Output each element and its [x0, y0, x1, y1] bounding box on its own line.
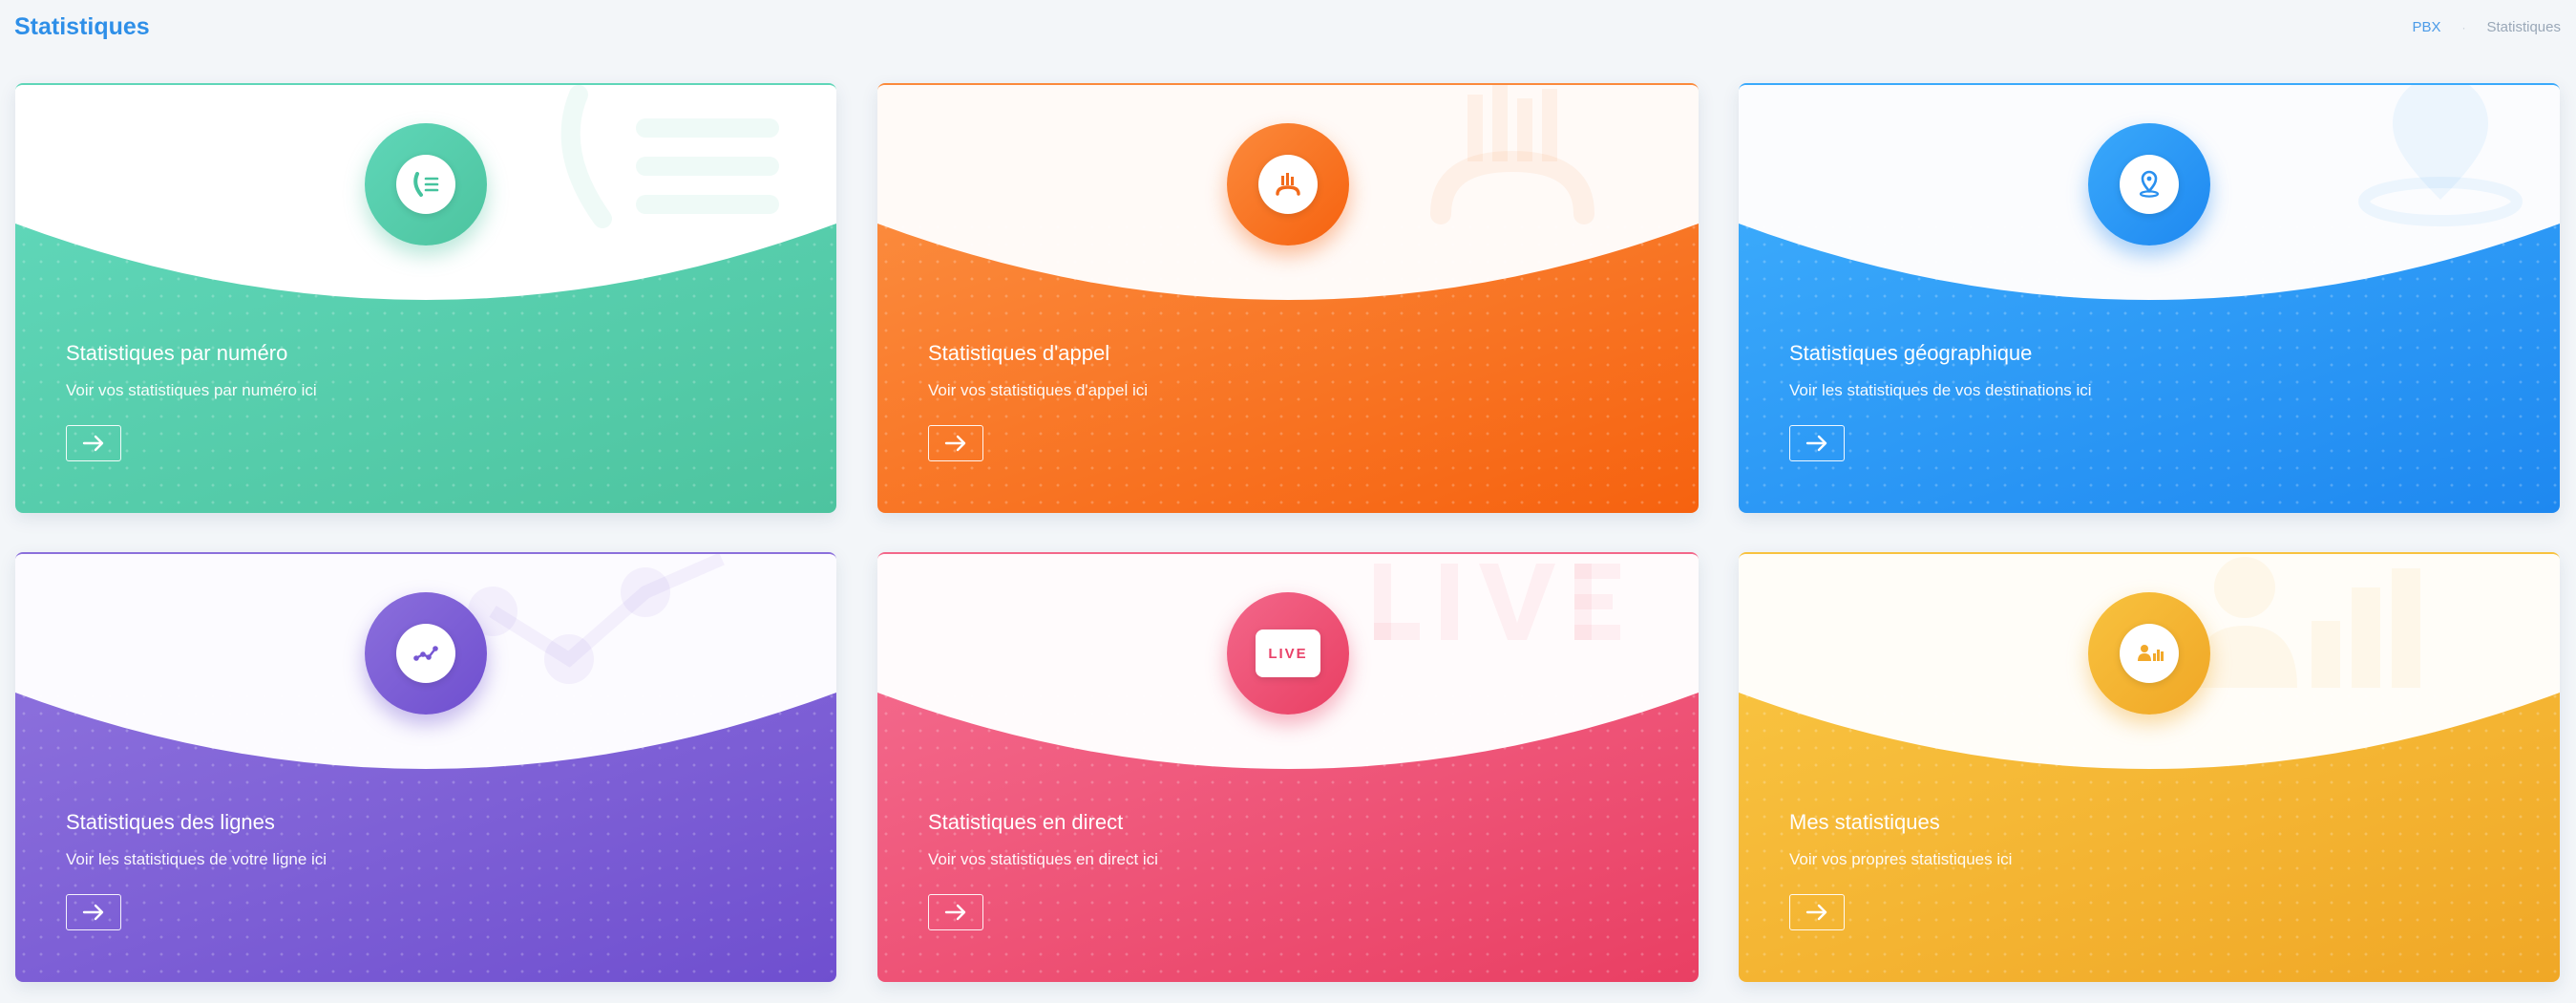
card-description: Voir vos propres statistiques ici — [1789, 850, 2013, 868]
breadcrumb-current: Statistiques — [2486, 19, 2561, 35]
open-button[interactable] — [66, 894, 121, 930]
card-icon-circle — [2088, 123, 2210, 245]
card-icon-circle — [2088, 592, 2210, 715]
open-button[interactable] — [928, 894, 983, 930]
arrow-right-icon — [944, 435, 966, 452]
location-pin-watermark-icon — [2358, 85, 2523, 226]
card-title: Statistiques d'appel — [928, 341, 1110, 365]
arrow-right-icon — [82, 904, 104, 921]
card-dot-pattern — [1739, 219, 2560, 513]
breadcrumb: PBX · Statistiques — [2412, 19, 2561, 35]
card-icon-circle — [1227, 123, 1349, 245]
card-title: Statistiques par numéro — [66, 341, 288, 365]
breadcrumb-separator: · — [2461, 20, 2466, 34]
card-dot-pattern — [15, 219, 836, 513]
card-icon-circle — [365, 592, 487, 715]
live-watermark-icon — [1374, 564, 1620, 640]
phone-chart-icon — [1276, 173, 1300, 196]
card-description: Voir vos statistiques par numéro ici — [66, 381, 317, 399]
page-header: Statistiques PBX · Statistiques — [0, 0, 2576, 57]
card-my-stats[interactable]: Mes statistiques Voir vos propres statis… — [1739, 552, 2560, 982]
line-chart-watermark-icon — [468, 554, 725, 684]
card-description: Voir les statistiques de vos destination… — [1789, 381, 2092, 399]
line-chart-icon — [413, 646, 438, 661]
open-button[interactable] — [1789, 894, 1845, 930]
card-description: Voir les statistiques de votre ligne ici — [66, 850, 327, 868]
page-title: Statistiques — [14, 13, 150, 40]
card-geo-stats[interactable]: Statistiques géographique Voir les stati… — [1739, 83, 2560, 513]
card-title: Statistiques géographique — [1789, 341, 2033, 365]
phone-list-watermark-icon — [560, 85, 779, 228]
arrow-right-icon — [1805, 435, 1827, 452]
card-dot-pattern — [1739, 688, 2560, 982]
arrow-right-icon — [1805, 904, 1827, 921]
card-line-stats[interactable]: Statistiques des lignes Voir les statist… — [15, 552, 836, 982]
card-title: Statistiques des lignes — [66, 810, 275, 834]
card-description: Voir vos statistiques d'appel ici — [928, 381, 1149, 399]
arrow-right-icon — [944, 904, 966, 921]
breadcrumb-link-pbx[interactable]: PBX — [2412, 19, 2440, 35]
live-icon: LIVE — [1268, 645, 1308, 662]
card-call-stats[interactable]: Statistiques d'appel Voir vos statistiqu… — [877, 83, 1699, 513]
card-stats-by-number[interactable]: Statistiques par numéro Voir vos statist… — [15, 83, 836, 513]
open-button[interactable] — [66, 425, 121, 461]
card-description: Voir vos statistiques en direct ici — [928, 850, 1158, 868]
open-button[interactable] — [1789, 425, 1845, 461]
user-stats-icon — [2138, 645, 2164, 661]
open-button[interactable] — [928, 425, 983, 461]
card-icon-circle — [365, 123, 487, 245]
card-icon-circle: LIVE — [1227, 592, 1349, 715]
phone-list-icon — [413, 172, 439, 197]
card-title: Statistiques en direct — [928, 810, 1124, 834]
card-dot-pattern — [877, 688, 1699, 982]
location-pin-icon — [2139, 170, 2160, 198]
arrow-right-icon — [82, 435, 104, 452]
card-title: Mes statistiques — [1789, 810, 1940, 834]
user-stats-watermark-icon — [2192, 557, 2420, 688]
phone-chart-watermark-icon — [1430, 85, 1594, 224]
card-dot-pattern — [877, 219, 1699, 513]
card-dot-pattern — [15, 688, 836, 982]
card-live-stats[interactable]: LIVE Statistiques en direct Voir vos sta… — [877, 552, 1699, 982]
